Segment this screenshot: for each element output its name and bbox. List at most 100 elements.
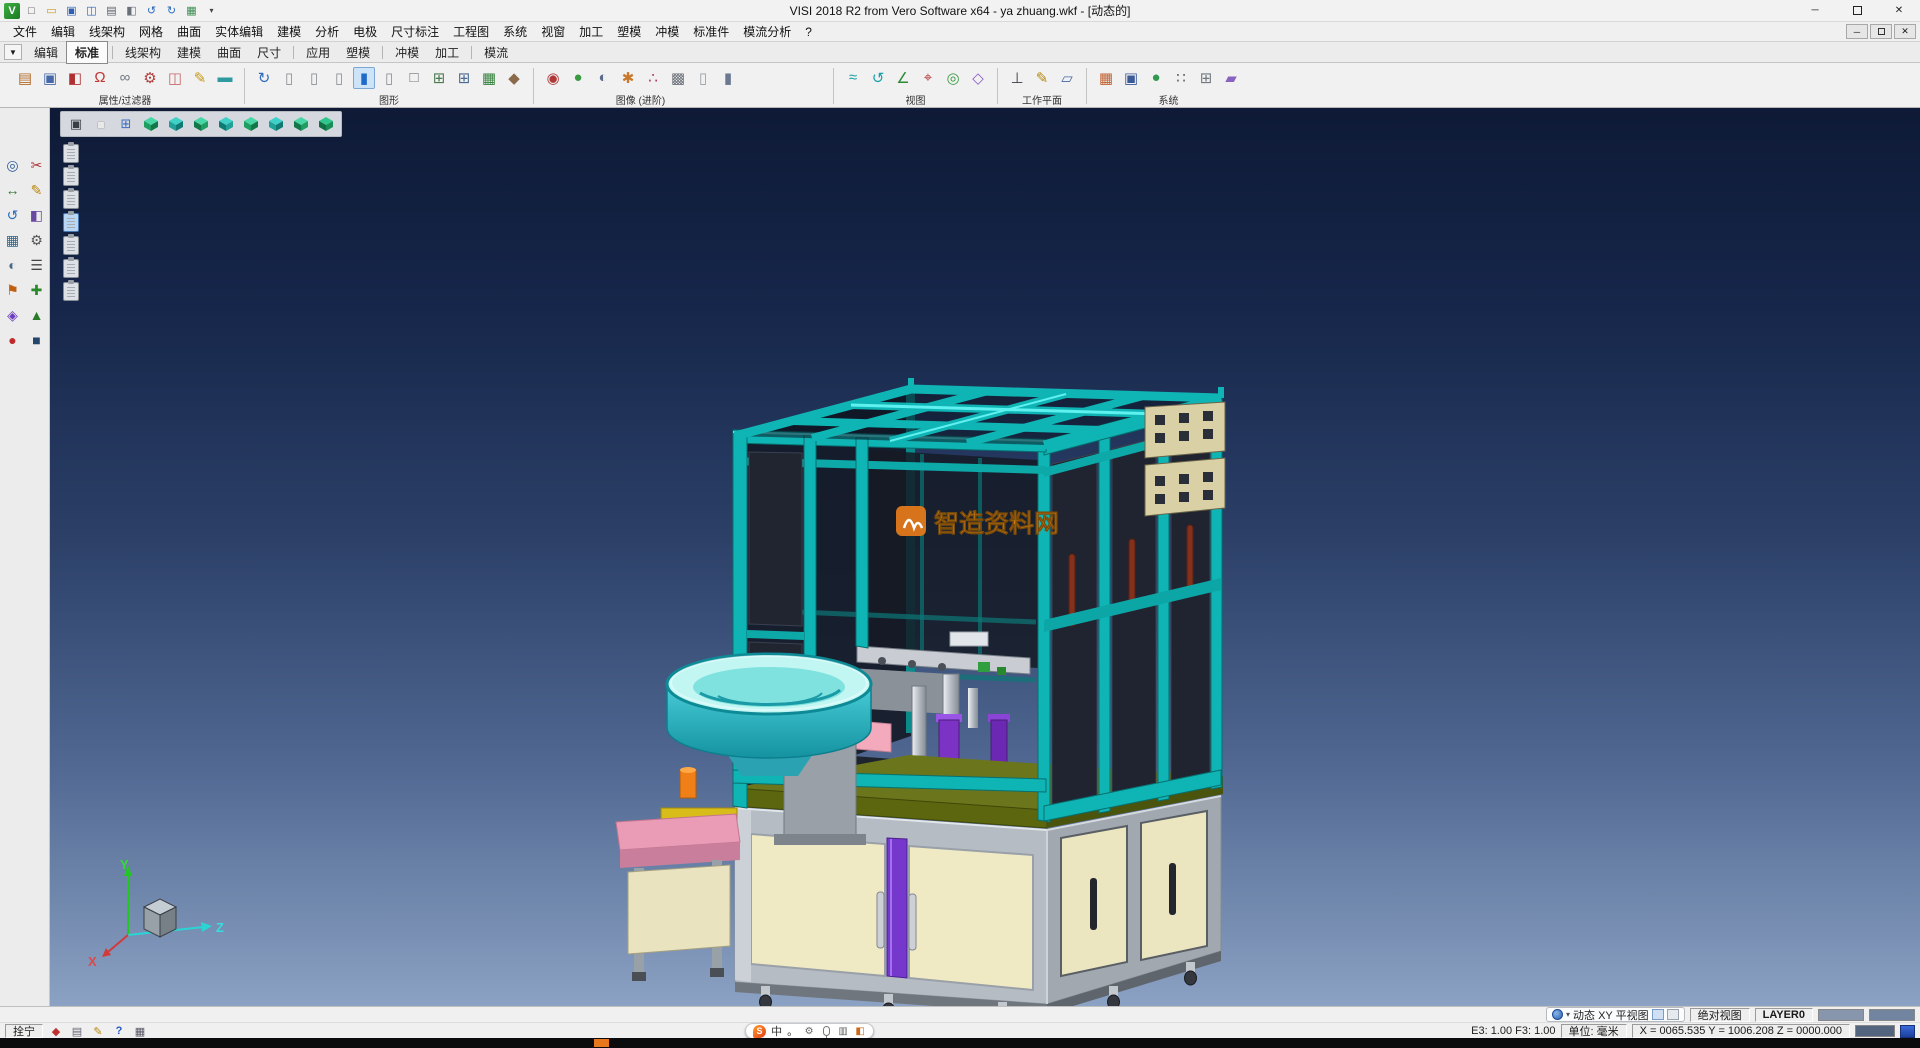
list-icon[interactable]: ☰ — [26, 254, 48, 276]
grid-box-icon[interactable]: ⊞ — [428, 67, 450, 89]
grid-box-icon[interactable]: ⊞ — [453, 67, 475, 89]
menu-flow-analysis[interactable]: 模流分析 — [736, 22, 798, 41]
menu-wireframe[interactable]: 线架构 — [82, 22, 132, 41]
filter-icon[interactable]: ◧ — [64, 67, 86, 89]
view-cube-left-icon[interactable] — [290, 114, 312, 134]
menu-window[interactable]: 视窗 — [534, 22, 572, 41]
sketch-icon[interactable]: ✎ — [26, 179, 48, 201]
menu-solid-edit[interactable]: 实体编辑 — [208, 22, 270, 41]
viewport[interactable]: 智造资料网 ▣ ■ ⊞ — [50, 108, 1920, 1006]
clipboard-icon[interactable] — [63, 144, 79, 163]
texture-icon[interactable]: ▩ — [667, 67, 689, 89]
brush-icon[interactable]: ▬ — [214, 67, 236, 89]
keyboard-icon[interactable]: ▥ — [837, 1025, 849, 1037]
view-cube-front-icon[interactable] — [190, 114, 212, 134]
add-icon[interactable]: ✚ — [26, 279, 48, 301]
cylinder-view-icon[interactable]: ▯ — [303, 67, 325, 89]
stereo-icon[interactable]: ◉ — [542, 67, 564, 89]
cylinder-view-icon[interactable]: ▯ — [328, 67, 350, 89]
view-mode-selector[interactable]: ▾ 动态 XY 平视图 — [1546, 1007, 1685, 1022]
view-cube-top-icon[interactable] — [165, 114, 187, 134]
tablet-icon[interactable]: ▰ — [1220, 67, 1242, 89]
gem-icon[interactable]: ◈ — [2, 304, 24, 326]
menu-system[interactable]: 系统 — [496, 22, 534, 41]
frame-view-icon[interactable]: ▣ — [65, 114, 87, 134]
osnap-icon[interactable]: ◆ — [48, 1024, 64, 1038]
menu-progress[interactable]: 冲模 — [648, 22, 686, 41]
solid-view-icon[interactable]: ■ — [90, 114, 112, 134]
column-icon[interactable]: ▮ — [717, 67, 739, 89]
view-cube-iso-icon[interactable] — [140, 114, 162, 134]
clipboard-icon[interactable] — [63, 282, 79, 301]
menu-analysis[interactable]: 分析 — [308, 22, 346, 41]
undo-icon[interactable]: ↺ — [143, 3, 160, 19]
layer-color-swatch[interactable] — [1818, 1009, 1864, 1021]
tab-edit[interactable]: 编辑 — [26, 42, 66, 63]
3d-canvas[interactable]: 智造资料网 — [50, 108, 1920, 1006]
document-icon[interactable]: ▤ — [69, 1024, 85, 1038]
cylinder-view-icon[interactable]: ▯ — [278, 67, 300, 89]
mirror-icon[interactable]: ◧ — [26, 204, 48, 226]
absolute-view-button[interactable]: 绝对视图 — [1690, 1008, 1750, 1022]
tab-progress[interactable]: 冲模 — [387, 42, 427, 63]
tab-machining[interactable]: 加工 — [427, 42, 467, 63]
flag-icon[interactable]: ⚑ — [2, 279, 24, 301]
wireframe-view-icon[interactable]: □ — [403, 67, 425, 89]
ime-language-toggle[interactable]: 中 — [771, 1023, 782, 1039]
pan-icon[interactable]: ≈ — [842, 67, 864, 89]
select-icon[interactable]: ◎ — [2, 154, 24, 176]
eraser-icon[interactable]: ◫ — [164, 67, 186, 89]
layer-palette-icon[interactable]: ▤ — [14, 67, 36, 89]
menu-drawing[interactable]: 工程图 — [446, 22, 496, 41]
clipboard-icon-active[interactable] — [63, 213, 79, 232]
help-icon[interactable]: ? — [111, 1024, 127, 1038]
snap-toggle-button[interactable]: 拴宁 — [5, 1024, 43, 1038]
tab-standard[interactable]: 标准 — [66, 41, 108, 64]
view-cube-right-icon[interactable] — [315, 114, 337, 134]
redraw-icon[interactable]: ↻ — [253, 67, 275, 89]
capture-icon[interactable]: ▦ — [183, 3, 200, 19]
edit-mode-icon[interactable]: ✎ — [90, 1024, 106, 1038]
orbit-icon[interactable]: ↺ — [867, 67, 889, 89]
axis-icon[interactable]: ⊥ — [1006, 67, 1028, 89]
monitor-icon[interactable]: ▣ — [1120, 67, 1142, 89]
rotate-icon[interactable]: ↺ — [2, 204, 24, 226]
globe-icon[interactable]: ● — [1145, 67, 1167, 89]
rgb-icon[interactable]: ∴ — [642, 67, 664, 89]
sogou-logo-icon[interactable]: S — [753, 1025, 766, 1038]
plot-icon[interactable]: ▦ — [132, 1024, 148, 1038]
menu-mold[interactable]: 塑模 — [610, 22, 648, 41]
plane-icon[interactable]: ▱ — [1056, 67, 1078, 89]
grid-edit-icon[interactable]: ⊞ — [1195, 67, 1217, 89]
maximize-button[interactable] — [1836, 0, 1878, 21]
units-indicator[interactable]: 单位: 毫米 — [1561, 1024, 1627, 1038]
move-icon[interactable]: ↔ — [2, 179, 24, 201]
ime-settings-gear-icon[interactable]: ⚙ — [803, 1025, 815, 1037]
tab-flow[interactable]: 模流 — [476, 42, 516, 63]
tab-dimension[interactable]: 尺寸 — [249, 42, 289, 63]
view-cube-back-icon[interactable] — [240, 114, 262, 134]
shaded-sphere-icon[interactable]: ● — [567, 67, 589, 89]
preview-icon[interactable]: ◧ — [123, 3, 140, 19]
menu-file[interactable]: 文件 — [6, 22, 44, 41]
ime-toolbar[interactable]: S 中 。 ⚙ ▥ ◧ — [745, 1023, 874, 1039]
iso-view-icon[interactable]: ◇ — [967, 67, 989, 89]
menu-surface[interactable]: 曲面 — [170, 22, 208, 41]
point-icon[interactable]: ● — [2, 329, 24, 351]
doc-minimize-button[interactable]: ─ — [1846, 24, 1868, 39]
microphone-icon[interactable] — [820, 1025, 832, 1037]
tab-wireframe[interactable]: 线架构 — [117, 42, 169, 63]
ime-punctuation-toggle[interactable]: 。 — [787, 1023, 798, 1039]
settings-icon[interactable]: ⚙ — [26, 229, 48, 251]
menu-edit[interactable]: 编辑 — [44, 22, 82, 41]
doc-close-button[interactable]: ✕ — [1894, 24, 1916, 39]
measure-icon[interactable]: ∠ — [892, 67, 914, 89]
close-button[interactable]: ✕ — [1878, 0, 1920, 21]
print-icon[interactable]: ▤ — [103, 3, 120, 19]
magnet-icon[interactable]: Ω — [89, 67, 111, 89]
doc-restore-button[interactable] — [1870, 24, 1892, 39]
grid-icon[interactable]: ▦ — [2, 229, 24, 251]
save-all-icon[interactable]: ◫ — [83, 3, 100, 19]
half-shade-icon[interactable]: ◐ — [592, 67, 614, 89]
cylinder-view-icon[interactable]: ▯ — [378, 67, 400, 89]
